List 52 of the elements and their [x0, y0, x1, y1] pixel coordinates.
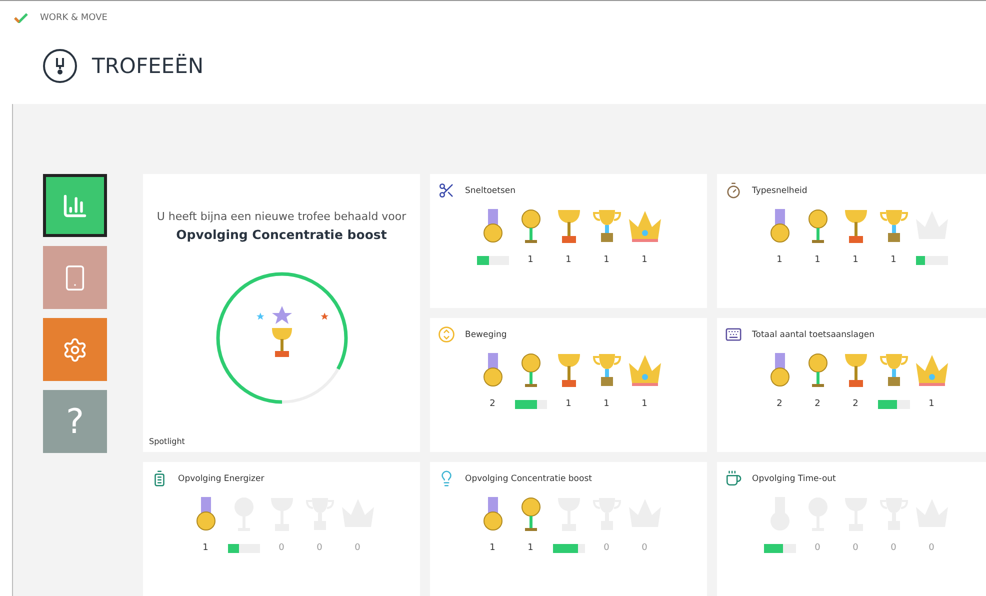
spotlight-intro: U heeft bijna een nieuwe trofee behaald voor: [156, 210, 406, 223]
page-title: TROFEEËN: [92, 54, 204, 78]
award-count: 0: [852, 543, 858, 554]
award-count: 0: [642, 543, 648, 554]
award-count: 1: [852, 255, 858, 266]
award-count: 1: [776, 255, 782, 266]
award-count: 0: [814, 543, 820, 554]
statistics-tile[interactable]: [43, 174, 107, 237]
award-count: 1: [566, 399, 572, 410]
award-count: 0: [890, 543, 896, 554]
award-count: 1: [528, 255, 534, 266]
spotlight-caption: Spotlight: [149, 437, 185, 446]
trophy-circle-icon: [42, 48, 78, 84]
award-count: 0: [354, 543, 360, 554]
award-count: 1: [566, 255, 572, 266]
award-count: 1: [202, 543, 208, 554]
award-count: 2: [776, 399, 782, 410]
spotlight-subject: Opvolging Concentratie boost: [176, 227, 387, 242]
scissors-icon: [438, 182, 455, 199]
award-count: 1: [890, 255, 896, 266]
card-title: Opvolging Energizer: [178, 474, 264, 484]
award-count: 2: [490, 399, 496, 410]
help-tile[interactable]: ?: [43, 390, 107, 453]
checkmark-logo-icon: [14, 13, 28, 24]
bar-chart-icon: [62, 192, 88, 218]
app-name: WORK & MOVE: [40, 13, 108, 24]
card-title: Opvolging Time-out: [752, 474, 836, 484]
card-title: Typesnelheid: [752, 186, 808, 196]
award-count: 1: [642, 399, 648, 410]
award-count: 1: [928, 399, 934, 410]
settings-icon: [62, 336, 88, 362]
device-tile[interactable]: [43, 246, 107, 309]
card-title: Beweging: [465, 330, 507, 340]
award-count: 1: [604, 255, 610, 266]
award-count: 0: [316, 543, 322, 554]
cup-icon: [725, 470, 742, 487]
award-count: 2: [852, 399, 858, 410]
award-count: 1: [642, 255, 648, 266]
card-title: Opvolging Concentratie boost: [465, 474, 592, 484]
award-count: 0: [604, 543, 610, 554]
card-title: Sneltoetsen: [465, 186, 516, 196]
settings-tile[interactable]: [43, 318, 107, 381]
award-count: 2: [814, 399, 820, 410]
keyboard-icon: [725, 326, 742, 343]
award-count: 0: [278, 543, 284, 554]
award-count: 1: [528, 543, 534, 554]
award-count: 1: [490, 543, 496, 554]
stopwatch-icon: [725, 182, 742, 199]
award-count: 0: [928, 543, 934, 554]
card-title: Totaal aantal toetsaanslagen: [752, 330, 875, 340]
award-count: 1: [604, 399, 610, 410]
award-count: 1: [814, 255, 820, 266]
